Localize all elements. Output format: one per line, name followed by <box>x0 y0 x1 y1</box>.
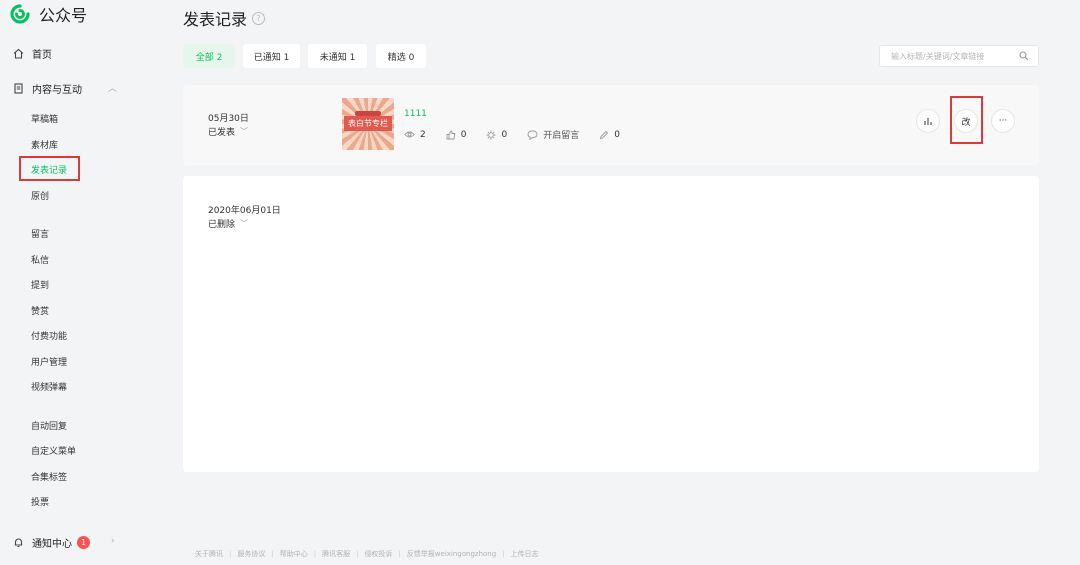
chevron-up-icon[interactable]: ︿ <box>108 81 117 94</box>
stat-comments[interactable]: 开启留言 <box>527 128 579 141</box>
eye-icon <box>404 131 415 138</box>
sidebar-item-custom-menu[interactable]: 自定义菜单 <box>31 444 76 457</box>
record-status-label: 已发表 <box>208 128 236 138</box>
footer-link[interactable]: 上传日志 <box>511 549 539 559</box>
publish-record-card: 05月30日 已发表 ﹀ 表白节专栏 1111 2 0 0 开启留言 0 改 ·… <box>183 85 1039 165</box>
nav-content-section[interactable]: 内容与互动 <box>12 81 82 96</box>
bar-chart-icon <box>924 118 932 125</box>
sidebar: 公众号 首页 内容与互动 ︿ 草稿箱 素材库 发表记录 原创 留言 私信 提到 … <box>0 0 160 565</box>
stat-likes: 0 <box>446 129 467 140</box>
comments-toggle-label: 开启留言 <box>543 131 580 141</box>
footer-link[interactable]: 服务协议 <box>237 549 265 559</box>
likes-count: 0 <box>460 129 467 140</box>
footer-separator: | <box>229 550 232 558</box>
stat-views: 2 <box>404 130 426 140</box>
sidebar-item-danmaku[interactable]: 视频弹幕 <box>31 380 67 393</box>
tab-not-notified[interactable]: 未通知 1 <box>308 44 367 68</box>
sidebar-item-auto-reply[interactable]: 自动回复 <box>31 419 67 432</box>
footer-separator: | <box>313 550 317 558</box>
sidebar-item-rewards[interactable]: 赞赏 <box>31 304 49 317</box>
article-thumbnail[interactable]: 表白节专栏 <box>342 98 394 150</box>
record-status-dropdown[interactable]: 已删除 ﹀ <box>208 217 248 230</box>
search-input[interactable] <box>891 51 1019 61</box>
highlight-box-edit <box>950 96 983 144</box>
footer-links: 关于腾讯 | 服务协议 | 帮助中心 | 腾讯客服 | 侵权投诉 | 反馈举报weixin… <box>195 549 539 559</box>
sparkle-icon <box>486 130 496 139</box>
footer-separator: | <box>271 550 274 558</box>
tab-featured[interactable]: 精选 0 <box>376 44 426 68</box>
page-title-text: 发表记录 <box>183 10 248 29</box>
stats-button[interactable] <box>916 109 940 133</box>
sidebar-item-mentions[interactable]: 提到 <box>31 278 49 291</box>
stat-edits: 0 <box>599 130 620 140</box>
publish-record-card: 2020年06月01日 已删除 ﹀ <box>183 176 1039 472</box>
sidebar-item-materials[interactable]: 素材库 <box>31 138 58 151</box>
sidebar-item-original[interactable]: 原创 <box>31 189 49 202</box>
nav-home-label: 首页 <box>32 50 52 61</box>
comment-bubble-icon <box>527 130 538 140</box>
sidebar-item-collections[interactable]: 合集标签 <box>31 470 67 483</box>
page-title: 发表记录 ? <box>183 6 266 30</box>
footer-link[interactable]: 帮助中心 <box>280 549 308 559</box>
footer-separator: | <box>502 550 505 558</box>
document-icon <box>12 83 24 95</box>
footer-separator: | <box>398 550 401 558</box>
footer-link[interactable]: 关于腾讯 <box>195 549 223 559</box>
nav-content-section-label: 内容与互动 <box>32 85 82 96</box>
edits-count: 0 <box>614 129 620 140</box>
notification-count-badge: 1 <box>77 536 90 549</box>
footer-separator: | <box>356 550 359 558</box>
views-count: 2 <box>420 129 426 140</box>
nav-home[interactable]: 首页 <box>12 46 52 61</box>
stat-shares: 0 <box>486 130 507 140</box>
record-status-dropdown[interactable]: 已发表 ﹀ <box>208 125 248 138</box>
sidebar-item-comments[interactable]: 留言 <box>31 227 49 240</box>
logo[interactable]: 公众号 <box>10 4 88 25</box>
article-title-link[interactable]: 1111 <box>404 109 427 119</box>
bell-icon <box>12 537 24 549</box>
sidebar-item-drafts[interactable]: 草稿箱 <box>31 112 58 125</box>
footer-link[interactable]: 反馈举报weixingongzhong <box>407 549 496 559</box>
footer-link[interactable]: 腾讯客服 <box>322 549 350 559</box>
shares-count: 0 <box>501 129 508 140</box>
tab-all[interactable]: 全部 2 <box>183 44 235 68</box>
article-stats: 2 0 0 开启留言 0 <box>404 128 640 141</box>
search-icon[interactable] <box>1019 51 1029 61</box>
highlight-box-sidebar <box>19 156 80 181</box>
chevron-down-icon: ﹀ <box>240 219 249 228</box>
logo-text: 公众号 <box>39 6 88 25</box>
nav-notifications[interactable]: 通知中心 1 <box>12 535 90 550</box>
nav-notifications-label: 通知中心 <box>32 539 72 550</box>
sidebar-item-vote[interactable]: 投票 <box>31 495 49 508</box>
home-icon <box>12 48 24 60</box>
sidebar-item-paid[interactable]: 付费功能 <box>31 329 67 342</box>
chevron-right-icon[interactable]: › <box>111 536 115 546</box>
more-button[interactable]: ··· <box>991 109 1015 133</box>
help-icon[interactable]: ? <box>252 11 266 25</box>
sidebar-item-messages[interactable]: 私信 <box>31 253 49 266</box>
sidebar-item-users[interactable]: 用户管理 <box>31 355 67 368</box>
chevron-down-icon: ﹀ <box>240 127 249 136</box>
thumbnail-banner: 表白节专栏 <box>344 116 392 131</box>
pencil-icon <box>600 130 609 139</box>
record-date: 05月30日 <box>208 114 249 124</box>
thumbs-up-icon <box>446 129 456 139</box>
wechat-mp-logo-icon <box>10 4 30 24</box>
record-status-label: 已删除 <box>208 220 236 230</box>
footer-link[interactable]: 侵权投诉 <box>364 549 392 559</box>
tab-notified[interactable]: 已通知 1 <box>243 44 300 68</box>
record-date: 2020年06月01日 <box>208 206 281 216</box>
search-box[interactable] <box>879 45 1039 67</box>
